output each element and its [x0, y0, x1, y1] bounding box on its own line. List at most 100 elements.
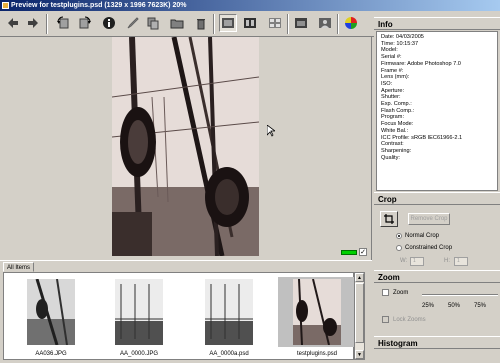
info-line: White Bal.:: [381, 127, 409, 134]
tab-all-items[interactable]: All Items: [3, 262, 35, 272]
lock-zooms-label: Lock Zooms: [393, 317, 426, 323]
info-line: Model:: [381, 47, 398, 54]
view-person-icon: [319, 18, 331, 28]
pen-button[interactable]: [124, 14, 142, 32]
thumbnail-filename: AA_0000.JPG: [119, 351, 159, 357]
histogram-header[interactable]: Histogram: [374, 336, 500, 349]
preview-pane[interactable]: ✓: [0, 37, 372, 260]
thumbnail-item-selected[interactable]: testplugins.psd: [278, 277, 356, 359]
info-line: Flash Comp.:: [381, 107, 415, 114]
folder-icon: [170, 19, 184, 29]
delete-button[interactable]: [192, 14, 210, 32]
info-line: Exp. Comp.:: [381, 101, 412, 108]
height-field[interactable]: 1: [454, 257, 468, 266]
info-line: Frame #:: [381, 67, 404, 74]
title-bar: Preview for testplugins.psd (1329 x 1996…: [0, 0, 500, 11]
scroll-down-button[interactable]: ▼: [355, 350, 364, 359]
crop-button[interactable]: [380, 211, 398, 227]
view-compare-button[interactable]: [292, 14, 310, 32]
thumbnail-item[interactable]: AA_0000a.psd: [190, 277, 268, 359]
info-line: Lens (mm):: [381, 74, 410, 81]
info-button[interactable]: [100, 14, 118, 32]
view-strip-icon: [244, 18, 256, 28]
info-line: Contrast:: [381, 141, 404, 148]
constrained-crop-label: Constrained Crop: [405, 245, 453, 251]
thumbnail-scrollbar[interactable]: ▲ ▼: [354, 272, 365, 360]
back-button[interactable]: [4, 14, 22, 32]
view-single-icon: [222, 18, 234, 28]
thumbnail-filename: AA036.JPG: [35, 351, 67, 357]
view-grid-icon: [269, 18, 281, 28]
constrained-crop-radio[interactable]: [396, 245, 402, 251]
thumbnail-filename: testplugins.psd: [296, 351, 338, 357]
info-line: ISO:: [381, 80, 393, 87]
info-line: Serial #:: [381, 54, 402, 61]
rotate-right-icon: [79, 16, 91, 29]
thumbnail-image: [115, 279, 163, 345]
file-browser: All Items AA036.JPG AA_0000.JPG AA_0000a…: [0, 260, 372, 363]
thumbnail-list[interactable]: AA036.JPG AA_0000.JPG AA_0000a.psd testp…: [3, 272, 356, 360]
scroll-thumb[interactable]: [355, 283, 364, 343]
color-wheel-icon: [345, 17, 357, 29]
status-indicator: [341, 250, 357, 255]
info-line: Program:: [381, 114, 405, 121]
view-compare-icon: [295, 18, 307, 28]
view-person-button[interactable]: [316, 14, 334, 32]
crop-icon: [384, 214, 394, 224]
info-line: Date: 04/03/2005: [381, 34, 424, 40]
info-line: Quality:: [381, 154, 400, 161]
thumbnail-item[interactable]: AA036.JPG: [12, 277, 90, 359]
thumbnail-image: [205, 279, 253, 345]
view-single-button[interactable]: [219, 14, 237, 32]
view-grid-button[interactable]: [266, 14, 284, 32]
trash-icon: [197, 19, 205, 30]
zoom-header[interactable]: Zoom: [374, 270, 500, 283]
info-line: ICC Profile: sRGB IEC61966-2.1: [381, 134, 463, 141]
forward-arrow-icon: [28, 18, 38, 28]
back-arrow-icon: [8, 18, 18, 28]
thumbnail-image: [27, 279, 75, 345]
mouse-cursor-icon: [267, 125, 275, 137]
zoom-slider[interactable]: [422, 294, 498, 296]
preview-image[interactable]: [112, 37, 259, 256]
info-line: Sharpening:: [381, 147, 412, 154]
color-settings-button[interactable]: [342, 14, 360, 32]
copy-icon: [147, 17, 159, 30]
pen-icon: [127, 17, 139, 29]
info-line: Focus Mode:: [381, 121, 414, 128]
copy-button[interactable]: [144, 14, 162, 32]
zoom-tick-75: 75%: [474, 303, 487, 309]
info-line: Time: 10:15:37: [381, 40, 419, 47]
thumbnail-filename: AA_0000a.psd: [209, 351, 249, 357]
right-panel: Info Date: 04/03/2005 Time: 10:15:37 Model…: [374, 15, 500, 363]
rotate-left-icon: [57, 16, 69, 29]
crop-header[interactable]: Crop: [374, 192, 500, 205]
width-label: W:: [400, 258, 408, 264]
thumbnail-item[interactable]: AA_0000.JPG: [100, 277, 178, 359]
height-label: H:: [444, 258, 450, 264]
normal-crop-label: Normal Crop: [405, 233, 440, 239]
remove-crop-button[interactable]: Remove Crop: [408, 213, 450, 225]
info-panel: Date: 04/03/2005 Time: 10:15:37 Model: Seri…: [376, 31, 498, 191]
rotate-left-button[interactable]: [54, 14, 72, 32]
scroll-up-button[interactable]: ▲: [355, 273, 364, 282]
zoom-checkbox[interactable]: [382, 289, 389, 296]
window-title: Preview for testplugins.psd (1329 x 1996…: [11, 2, 187, 9]
thumbnail-image: [293, 279, 341, 345]
view-strip-button[interactable]: [241, 14, 259, 32]
info-line: Firmware: Adobe Photoshop 7.0: [381, 60, 461, 67]
info-icon: [103, 17, 115, 29]
info-header[interactable]: Info: [374, 17, 500, 30]
info-line: Aperture:: [381, 87, 405, 94]
zoom-tick-50: 50%: [448, 303, 461, 309]
app-icon: [2, 2, 9, 9]
forward-button[interactable]: [24, 14, 42, 32]
folder-button[interactable]: [168, 14, 186, 32]
zoom-label: Zoom: [393, 290, 409, 296]
normal-crop-radio[interactable]: [396, 233, 402, 239]
status-checkbox[interactable]: ✓: [359, 248, 367, 256]
lock-zooms-checkbox[interactable]: [382, 316, 389, 323]
width-field[interactable]: 1: [410, 257, 424, 266]
rotate-right-button[interactable]: [76, 14, 94, 32]
zoom-tick-25: 25%: [422, 303, 435, 309]
